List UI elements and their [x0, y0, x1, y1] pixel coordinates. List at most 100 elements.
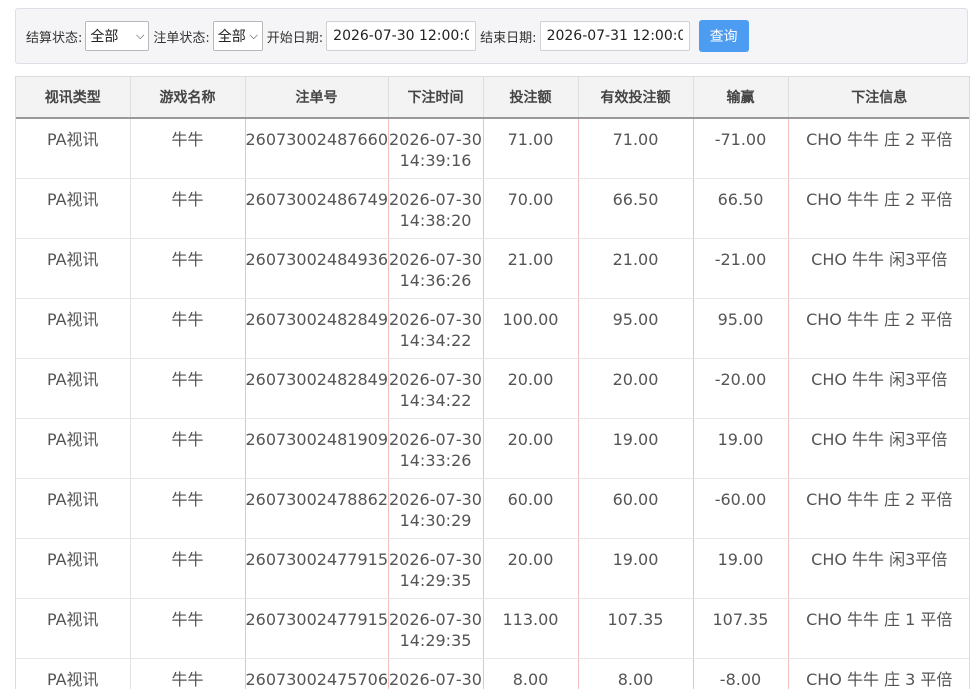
cell-win-loss: 19.00: [693, 538, 789, 599]
cell-bet-amount: 20.00: [483, 418, 579, 479]
cell-valid-bet: 8.00: [578, 658, 694, 689]
cell-win-loss: -21.00: [693, 238, 789, 299]
cell-game-name: 牛牛: [130, 298, 246, 359]
bet-time: 14:29:35: [399, 570, 472, 590]
cell-bet-time: 2026-07-30 14:29:35: [388, 538, 484, 599]
cell-bet-info: CHO 牛牛 庄 1 平倍: [788, 598, 969, 659]
cell-bet-info: CHO 牛牛 闲3平倍: [788, 238, 969, 299]
cell-valid-bet: 20.00: [578, 358, 694, 419]
bet-records-page: 结算状态: 全部 ⌵ 注单状态: 全部 ⌵ 开始日期: 结束日期: 查询: [0, 0, 974, 689]
cell-bet-info: CHO 牛牛 庄 2 平倍: [788, 298, 969, 359]
cell-video-type: PA视讯: [16, 118, 131, 179]
cell-video-type: PA视讯: [16, 418, 131, 479]
cell-game-name: 牛牛: [130, 118, 246, 179]
cell-bet-time: 2026-07-30: [388, 658, 484, 689]
chevron-down-icon: ⌵: [249, 29, 258, 42]
cell-order-no: 260730024849361: [245, 238, 389, 299]
bet-date: 2026-07-30: [389, 609, 482, 629]
cell-bet-info: CHO 牛牛 庄 2 平倍: [788, 118, 969, 179]
cell-order-no: 260730024819092: [245, 418, 389, 479]
bet-time: 14:34:22: [399, 330, 472, 350]
bet-time: 14:30:29: [399, 510, 472, 530]
cell-bet-time: 2026-07-30 14:38:20: [388, 178, 484, 239]
bet-time: 14:29:35: [399, 630, 472, 650]
cell-bet-amount: 20.00: [483, 538, 579, 599]
cell-valid-bet: 71.00: [578, 118, 694, 179]
order-status-select[interactable]: 全部 ⌵: [212, 21, 263, 51]
cell-order-no: 260730024828496: [245, 298, 389, 359]
end-date-label: 结束日期:: [480, 30, 537, 46]
cell-win-loss: -71.00: [693, 118, 789, 179]
header-order-no: 注单号: [245, 77, 389, 119]
cell-game-name: 牛牛: [130, 598, 246, 659]
cell-video-type: PA视讯: [16, 178, 131, 239]
bet-time: 14:39:16: [399, 151, 472, 170]
end-date-input[interactable]: [539, 21, 690, 51]
cell-bet-info: CHO 牛牛 庄 2 平倍: [788, 478, 969, 539]
cell-win-loss: 107.35: [693, 598, 789, 659]
bet-date: 2026-07-30: [389, 669, 482, 689]
table-header-row: 视讯类型 游戏名称 注单号 下注时间 投注额 有效投注额 输赢 下注信息: [16, 77, 969, 119]
cell-bet-amount: 100.00: [483, 298, 579, 359]
bet-date: 2026-07-30: [389, 549, 482, 569]
header-bet-info: 下注信息: [788, 77, 969, 119]
bet-time: 14:38:20: [399, 210, 472, 230]
cell-order-no: 260730024876601: [245, 118, 389, 179]
cell-game-name: 牛牛: [130, 478, 246, 539]
cell-valid-bet: 19.00: [578, 418, 694, 479]
settle-status-select[interactable]: 全部 ⌵: [85, 21, 150, 51]
cell-order-no: 260730024828495: [245, 358, 389, 419]
cell-bet-time: 2026-07-30 14:33:26: [388, 418, 484, 479]
bet-time: 14:36:26: [399, 270, 472, 290]
cell-valid-bet: 66.50: [578, 178, 694, 239]
cell-win-loss: 19.00: [693, 418, 789, 479]
cell-win-loss: -8.00: [693, 658, 789, 689]
query-button[interactable]: 查询: [698, 20, 749, 52]
cell-valid-bet: 107.35: [578, 598, 694, 659]
cell-game-name: 牛牛: [130, 538, 246, 599]
bet-records-table: 视讯类型 游戏名称 注单号 下注时间 投注额 有效投注额 输赢 下注信息 PA视…: [16, 77, 969, 689]
bet-date: 2026-07-30: [389, 309, 482, 329]
header-valid-bet: 有效投注额: [578, 77, 694, 119]
start-date-input[interactable]: [326, 21, 477, 51]
cell-video-type: PA视讯: [16, 598, 131, 659]
table-row: PA视讯 牛牛 260730024849361 2026-07-30 14:36:26 2…: [16, 238, 969, 299]
bet-date: 2026-07-30: [389, 189, 482, 209]
cell-bet-info: CHO 牛牛 闲3平倍: [788, 538, 969, 599]
settle-status-label: 结算状态:: [26, 30, 83, 46]
cell-bet-time: 2026-07-30 14:29:35: [388, 598, 484, 659]
cell-bet-time: 2026-07-30 14:30:29: [388, 478, 484, 539]
header-bet-amount: 投注额: [483, 77, 579, 119]
cell-bet-amount: 8.00: [483, 658, 579, 689]
bet-time: 14:34:22: [399, 390, 472, 410]
chevron-down-icon: ⌵: [136, 29, 145, 42]
header-game-name: 游戏名称: [130, 77, 246, 119]
cell-video-type: PA视讯: [16, 298, 131, 359]
cell-order-no: 260730024788622: [245, 478, 389, 539]
cell-valid-bet: 19.00: [578, 538, 694, 599]
cell-video-type: PA视讯: [16, 238, 131, 299]
cell-bet-amount: 70.00: [483, 178, 579, 239]
cell-win-loss: 95.00: [693, 298, 789, 359]
order-status-value: 全部: [217, 29, 246, 45]
table-row: PA视讯 牛牛 260730024779157 2026-07-30 14:29:35 1…: [16, 598, 969, 659]
table-row: PA视讯 牛牛 260730024788622 2026-07-30 14:30:29 6…: [16, 478, 969, 539]
cell-order-no: 260730024867492: [245, 178, 389, 239]
cell-valid-bet: 95.00: [578, 298, 694, 359]
cell-valid-bet: 60.00: [578, 478, 694, 539]
table-body: PA视讯 牛牛 260730024876601 2026-07-30 14:39:16 7…: [16, 118, 969, 689]
table-row: PA视讯 牛牛 260730024828495 2026-07-30 14:34:22 2…: [16, 358, 969, 419]
cell-bet-amount: 113.00: [483, 598, 579, 659]
table-row: PA视讯 牛牛 260730024867492 2026-07-30 14:38:20 7…: [16, 178, 969, 239]
cell-game-name: 牛牛: [130, 358, 246, 419]
header-win-loss: 输赢: [693, 77, 789, 119]
cell-bet-amount: 71.00: [483, 118, 579, 179]
cell-win-loss: 66.50: [693, 178, 789, 239]
bet-date: 2026-07-30: [389, 369, 482, 389]
header-bet-time: 下注时间: [388, 77, 484, 119]
bet-records-table-container[interactable]: 视讯类型 游戏名称 注单号 下注时间 投注额 有效投注额 输赢 下注信息 PA视…: [15, 76, 970, 689]
bet-date: 2026-07-30: [389, 249, 482, 269]
cell-win-loss: -20.00: [693, 358, 789, 419]
cell-order-no: 260730024779157: [245, 598, 389, 659]
bet-date: 2026-07-30: [389, 429, 482, 449]
